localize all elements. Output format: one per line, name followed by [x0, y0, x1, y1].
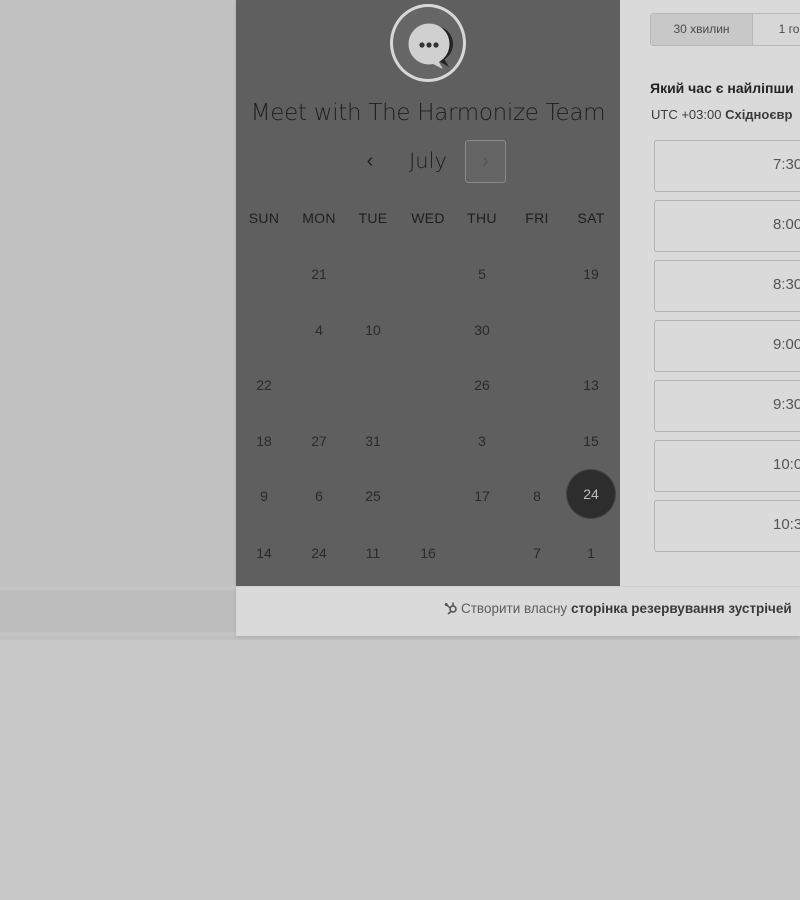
calendar-day[interactable]: 16 [408, 544, 448, 562]
calendar-day[interactable]: 18 [244, 432, 284, 450]
calendar-day[interactable]: 21 [299, 265, 339, 283]
calendar-day[interactable]: 10 [353, 321, 393, 339]
timezone-name: Східноєвр [725, 107, 793, 122]
footer-text: Створити власну [461, 601, 568, 616]
time-slot-label: 9:30 [773, 396, 800, 413]
duration-tab-30-min[interactable]: 30 хвилин [651, 14, 753, 45]
time-slot-button[interactable]: 7:30 [654, 140, 800, 192]
calendar-day[interactable]: 11 [353, 544, 393, 562]
time-slot-label: 9:00 [773, 336, 800, 353]
sprocket-icon [444, 601, 458, 618]
footer: Створити власну сторінка резервування зу… [236, 586, 800, 636]
calendar-day[interactable]: 7 [517, 544, 557, 562]
meeting-booking-card: Meet with The Harmonize Team ‹ July › SU… [236, 0, 800, 636]
timezone-offset: UTC +03:00 [651, 107, 722, 122]
calendar-day[interactable]: 6 [299, 487, 339, 505]
calendar-day[interactable]: 14 [244, 544, 284, 562]
time-slot-button[interactable]: 9:00 [654, 320, 800, 372]
duration-tab-1-hour[interactable]: 1 го [754, 14, 800, 45]
time-slot-button[interactable]: 8:00 [654, 200, 800, 252]
background-strip [0, 586, 236, 636]
calendar-day[interactable]: 15 [571, 432, 611, 450]
calendar-pane: Meet with The Harmonize Team ‹ July › SU… [236, 0, 620, 586]
calendar-day[interactable]: 22 [244, 376, 284, 394]
time-question-heading: Який час є найліпши [650, 80, 794, 96]
timezone-label[interactable]: UTC +03:00 Східноєвр [651, 107, 792, 122]
calendar-day[interactable]: 26 [462, 376, 502, 394]
time-slot-button[interactable]: 8:30 [654, 260, 800, 312]
calendar-day[interactable]: 13 [571, 376, 611, 394]
time-slot-label: 8:00 [773, 216, 800, 233]
calendar-day[interactable]: 31 [353, 432, 393, 450]
time-slot-label: 10:3 [773, 516, 800, 533]
duration-selector: 30 хвилин 1 го [650, 13, 800, 46]
time-slot-button[interactable]: 9:30 [654, 380, 800, 432]
calendar-day[interactable]: 8 [517, 487, 557, 505]
calendar-day[interactable]: 3 [462, 432, 502, 450]
footer-content: Створити власну сторінка резервування зу… [444, 601, 792, 618]
calendar-day[interactable]: 30 [462, 321, 502, 339]
time-slot-button[interactable]: 10:0 [654, 440, 800, 492]
calendar-day[interactable]: 9 [244, 487, 284, 505]
time-slot-button[interactable]: 10:3 [654, 500, 800, 552]
calendar-day[interactable]: 17 [462, 487, 502, 505]
calendar-day[interactable]: 4 [299, 321, 339, 339]
calendar-day-selected[interactable]: 24 [567, 470, 615, 518]
footer-link[interactable]: сторінка резервування зустрічей [571, 601, 792, 616]
time-slot-label: 7:30 [773, 156, 800, 173]
time-selection-pane: 30 хвилин 1 го Який час є найліпши UTC +… [620, 0, 800, 586]
calendar-day[interactable]: 5 [462, 265, 502, 283]
calendar-day[interactable]: 19 [571, 265, 611, 283]
time-slot-label: 10:0 [773, 456, 800, 473]
calendar-day[interactable]: 27 [299, 432, 339, 450]
calendar-day[interactable]: 1 [571, 544, 611, 562]
calendar-day[interactable]: 24 [299, 544, 339, 562]
calendar-days-grid: 21 5 19 4 10 30 22 26 13 18 27 31 3 15 9 6 25 17 8 24 14 24 11… [236, 0, 620, 586]
calendar-day[interactable]: 25 [353, 487, 393, 505]
time-slot-label: 8:30 [773, 276, 800, 293]
